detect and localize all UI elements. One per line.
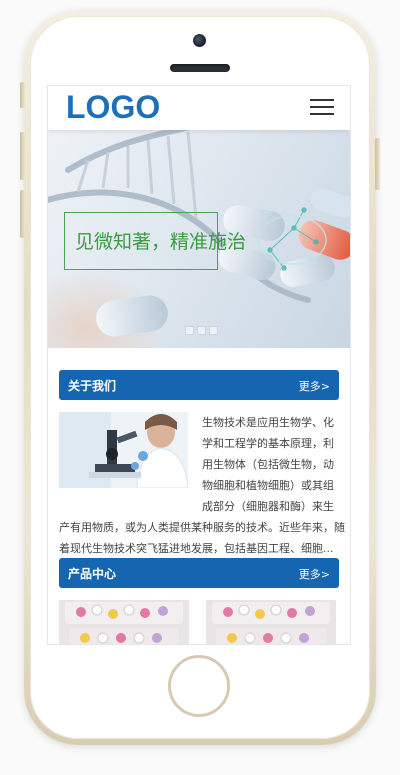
about-line-4: 物细胞和植物细胞）或其组 — [202, 479, 334, 492]
banner-slogan: 见微知著，精准施治 — [75, 231, 247, 253]
mockup-canvas: LOGO 见微知著，精准施治 关于我们 更多> 生物技术是应用生物学、化 学和工… — [0, 0, 400, 775]
about-line-7: 着现代生物技术突飞猛进地发展，包括基因工程、细胞... — [59, 542, 334, 555]
about-line-1: 生物技术是应用生物学、化 — [202, 416, 334, 429]
product-image-pills-2[interactable] — [206, 600, 336, 644]
about-section-title: 关于我们 — [68, 379, 117, 393]
slider-dot-2[interactable] — [197, 326, 206, 335]
site-logo[interactable]: LOGO — [66, 89, 160, 126]
volume-up-button — [20, 132, 25, 180]
product-image-pills-1[interactable] — [59, 600, 189, 644]
home-button[interactable] — [168, 655, 230, 717]
slider-dot-1[interactable] — [185, 326, 194, 335]
products-more-link[interactable]: 更多> — [299, 566, 330, 582]
about-line-2: 学和工程学的基本原理，利 — [202, 437, 334, 450]
slogan-frame: 见微知著，精准施治 — [64, 212, 246, 270]
hamburger-menu-icon[interactable] — [310, 99, 334, 117]
front-camera-icon — [193, 34, 206, 47]
phone-screen: LOGO 见微知著，精准施治 关于我们 更多> 生物技术是应用生物学、化 学和工… — [47, 85, 351, 645]
slider-dot-3[interactable] — [209, 326, 218, 335]
mute-switch — [20, 82, 25, 108]
about-more-link[interactable]: 更多> — [299, 378, 330, 394]
products-section-title: 产品中心 — [68, 567, 117, 581]
hero-banner: 见微知著，精准施治 — [48, 130, 350, 348]
power-button — [375, 138, 380, 190]
slider-pagination — [185, 326, 218, 335]
products-section-header: 产品中心 更多> — [59, 558, 339, 588]
about-line-5: 成部分（细胞器和酶）来生 — [202, 500, 334, 513]
lab-microscope-image[interactable] — [59, 412, 188, 488]
about-section-header: 关于我们 更多> — [59, 370, 339, 400]
about-line-3: 用生物体（包括微生物，动 — [202, 458, 334, 471]
site-header: LOGO — [48, 86, 350, 130]
earpiece-speaker — [170, 64, 230, 72]
volume-down-button — [20, 190, 25, 238]
about-line-6: 产有用物质，或为人类提供某种服务的技术。近些年来，随 — [59, 521, 345, 534]
